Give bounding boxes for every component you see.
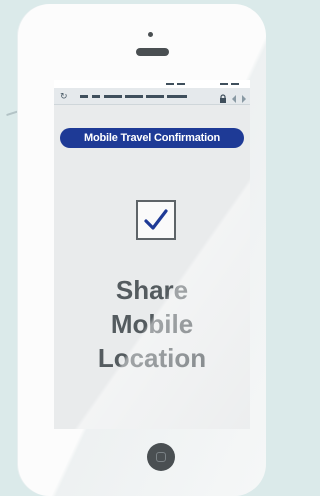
confirm-checkbox[interactable] (136, 200, 176, 240)
back-arrow-icon[interactable] (230, 91, 238, 103)
camera-icon (148, 32, 153, 37)
lock-icon (218, 91, 228, 103)
headline-line-2: Mobile (110, 309, 194, 339)
mobile-travel-confirmation-banner: Mobile Travel Confirmation (60, 128, 244, 148)
forward-arrow-icon[interactable] (240, 91, 248, 103)
headline-line-3: Location (97, 343, 207, 373)
reload-icon[interactable]: ↻ (60, 91, 69, 101)
speaker-icon (136, 48, 169, 56)
share-mobile-location-headline: Share Mobile Location (54, 273, 250, 375)
status-bar (54, 80, 250, 88)
phone-illustration: ↻ Mobile Travel Confirmation Share Mobil… (18, 4, 266, 496)
phone-screen: ↻ Mobile Travel Confirmation Share Mobil… (54, 80, 250, 429)
home-button-icon[interactable] (147, 443, 175, 471)
headline-line-1: Share (115, 275, 189, 305)
browser-url-bar[interactable]: ↻ (54, 88, 250, 105)
